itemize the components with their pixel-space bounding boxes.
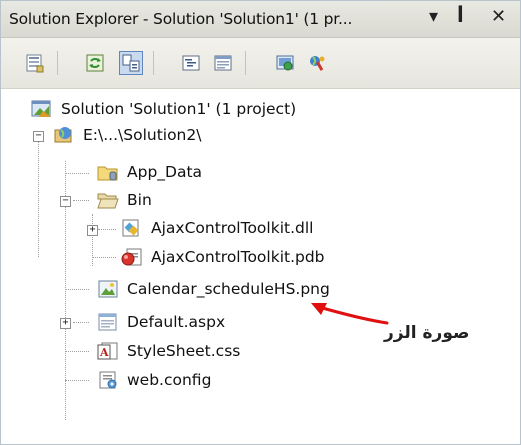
tree-toggle-default[interactable]: + [60, 318, 71, 329]
tree-connector [73, 200, 89, 201]
tree-item-label: AjaxControlToolkit.dll [151, 219, 314, 237]
tree-item-bin[interactable]: Bin [97, 188, 152, 212]
tree-item-web-config[interactable]: web.config [97, 368, 211, 392]
nest-related-files-button[interactable] [119, 51, 143, 75]
tree-toggle-dll[interactable]: + [87, 225, 98, 236]
window-title: Solution Explorer - Solution 'Solution1'… [9, 10, 353, 28]
toolbar-separator [245, 51, 246, 75]
debug-symbols-icon [121, 247, 143, 267]
toolbar-separator [57, 51, 58, 75]
title-bar: Solution Explorer - Solution 'Solution1'… [1, 1, 520, 38]
close-icon[interactable]: ✕ [491, 6, 506, 27]
open-folder-icon [97, 190, 119, 210]
tree-item-label: StyleSheet.css [127, 342, 241, 360]
refresh-icon [86, 54, 104, 72]
view-code-icon [182, 55, 200, 71]
refresh-button[interactable] [83, 51, 107, 75]
tree-toggle-project[interactable]: − [33, 131, 44, 142]
view-code-button[interactable] [179, 51, 203, 75]
nest-related-files-icon [122, 54, 140, 72]
assembly-icon [121, 218, 143, 238]
tree-item-solution[interactable]: Solution 'Solution1' (1 project) [31, 97, 296, 121]
tree-item-stylesheet[interactable]: A StyleSheet.css [97, 339, 240, 363]
toolbar-separator [153, 51, 154, 75]
website-administration-icon [276, 55, 294, 71]
tree-item-label: Bin [127, 191, 152, 209]
tree-item-dll[interactable]: AjaxControlToolkit.dll [121, 216, 313, 240]
image-file-icon [97, 279, 119, 299]
aspnet-configuration-icon [310, 56, 325, 71]
tree-item-label: web.config [127, 371, 212, 389]
tree-item-label: Solution 'Solution1' (1 project) [61, 100, 297, 118]
svg-text:A: A [99, 346, 109, 359]
stylesheet-icon: A [97, 341, 119, 361]
toolbar [1, 38, 520, 89]
pin-icon[interactable]: ꟾ [457, 6, 464, 27]
tree-item-label: Default.aspx [127, 313, 226, 331]
website-project-icon [53, 125, 75, 145]
tree-item-app-data[interactable]: App_Data [97, 160, 202, 184]
tree-item-pdb[interactable]: AjaxControlToolkit.pdb [121, 245, 325, 269]
tree-connector [98, 229, 116, 230]
tree-item-default-aspx[interactable]: Default.aspx [97, 310, 225, 334]
tree-item-label: App_Data [127, 163, 203, 181]
tree-item-label: E:\...\Solution2\ [83, 126, 202, 144]
properties-button[interactable] [23, 51, 47, 75]
tree-toggle-bin[interactable]: − [60, 196, 71, 207]
config-file-icon [97, 370, 119, 390]
tree-connector [73, 322, 89, 323]
solution-tree: Solution 'Solution1' (1 project) − E:\..… [1, 89, 520, 444]
dropdown-icon[interactable]: ▾ [429, 6, 438, 27]
tree-item-label: Calendar_scheduleHS.png [127, 280, 330, 298]
web-form-icon [97, 312, 119, 332]
tree-connector [65, 351, 89, 352]
view-designer-button[interactable] [211, 51, 235, 75]
website-administration-button[interactable] [273, 51, 297, 75]
solution-explorer-window: Solution Explorer - Solution 'Solution1'… [0, 0, 521, 445]
tree-connector [65, 380, 89, 381]
properties-icon [26, 54, 44, 73]
tree-connector [92, 257, 116, 258]
tree-connector [65, 173, 89, 174]
solution-icon [31, 99, 53, 119]
tree-connector [65, 289, 89, 290]
tree-item-calendar-png[interactable]: Calendar_scheduleHS.png [97, 277, 330, 301]
tree-item-label: AjaxControlToolkit.pdb [151, 248, 325, 266]
annotation-label: صورة الزر [384, 323, 470, 343]
view-designer-icon [214, 55, 232, 71]
folder-icon [97, 162, 119, 182]
annotation-arrow [311, 303, 389, 325]
tree-connector [38, 135, 39, 257]
aspnet-configuration-button[interactable] [305, 51, 329, 75]
tree-connector [92, 214, 93, 266]
tree-item-project[interactable]: E:\...\Solution2\ [53, 123, 201, 147]
